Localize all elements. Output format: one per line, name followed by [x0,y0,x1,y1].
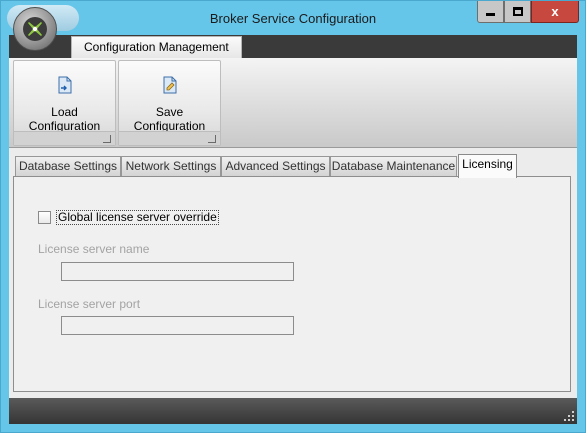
caption-buttons: x [477,1,579,23]
override-label[interactable]: Global license server override [56,210,219,225]
group-footer [14,131,115,145]
application-menu-button[interactable] [13,7,57,51]
server-port-input[interactable] [61,316,294,335]
dialog-launcher-icon[interactable] [208,135,216,143]
server-name-label: License server name [38,242,150,256]
close-icon: x [551,4,559,19]
group-footer [119,131,220,145]
maximize-icon [512,7,523,16]
ribbon-panel: Load Configuration Save Configuration [9,58,577,148]
tab-database-maintenance[interactable]: Database Maintenance [330,156,457,177]
close-button[interactable]: x [531,1,579,23]
resize-grip-icon[interactable] [564,411,574,421]
save-document-icon [163,76,177,94]
tab-database-settings[interactable]: Database Settings [15,156,121,177]
tab-advanced-settings[interactable]: Advanced Settings [221,156,330,177]
minimize-icon [486,13,495,16]
load-configuration-button[interactable]: Load Configuration [13,60,116,146]
tab-network-settings[interactable]: Network Settings [121,156,221,177]
server-name-input[interactable] [61,262,294,281]
content-area: Database Settings Network Settings Advan… [9,148,577,398]
citrix-logo-icon [23,17,47,41]
minimize-button[interactable] [477,1,504,23]
server-port-label: License server port [38,297,141,311]
tab-licensing[interactable]: Licensing [458,154,517,178]
status-bar [9,398,577,424]
load-configuration-label: Load Configuration [28,105,101,133]
ribbon-tab-strip: Configuration Management [9,35,577,58]
maximize-button[interactable] [504,1,531,23]
dialog-launcher-icon[interactable] [103,135,111,143]
title-bar[interactable]: Broker Service Configuration x [1,1,585,51]
ribbon-tab-configuration-management[interactable]: Configuration Management [71,36,242,58]
global-license-override[interactable]: Global license server override [38,210,219,225]
save-configuration-label: Save Configuration [133,105,206,133]
override-checkbox[interactable] [38,211,51,224]
broker-config-window: Broker Service Configuration x Configura… [0,0,586,433]
licensing-panel: Global license server override License s… [13,176,571,392]
load-document-icon [58,76,72,94]
save-configuration-button[interactable]: Save Configuration [118,60,221,146]
